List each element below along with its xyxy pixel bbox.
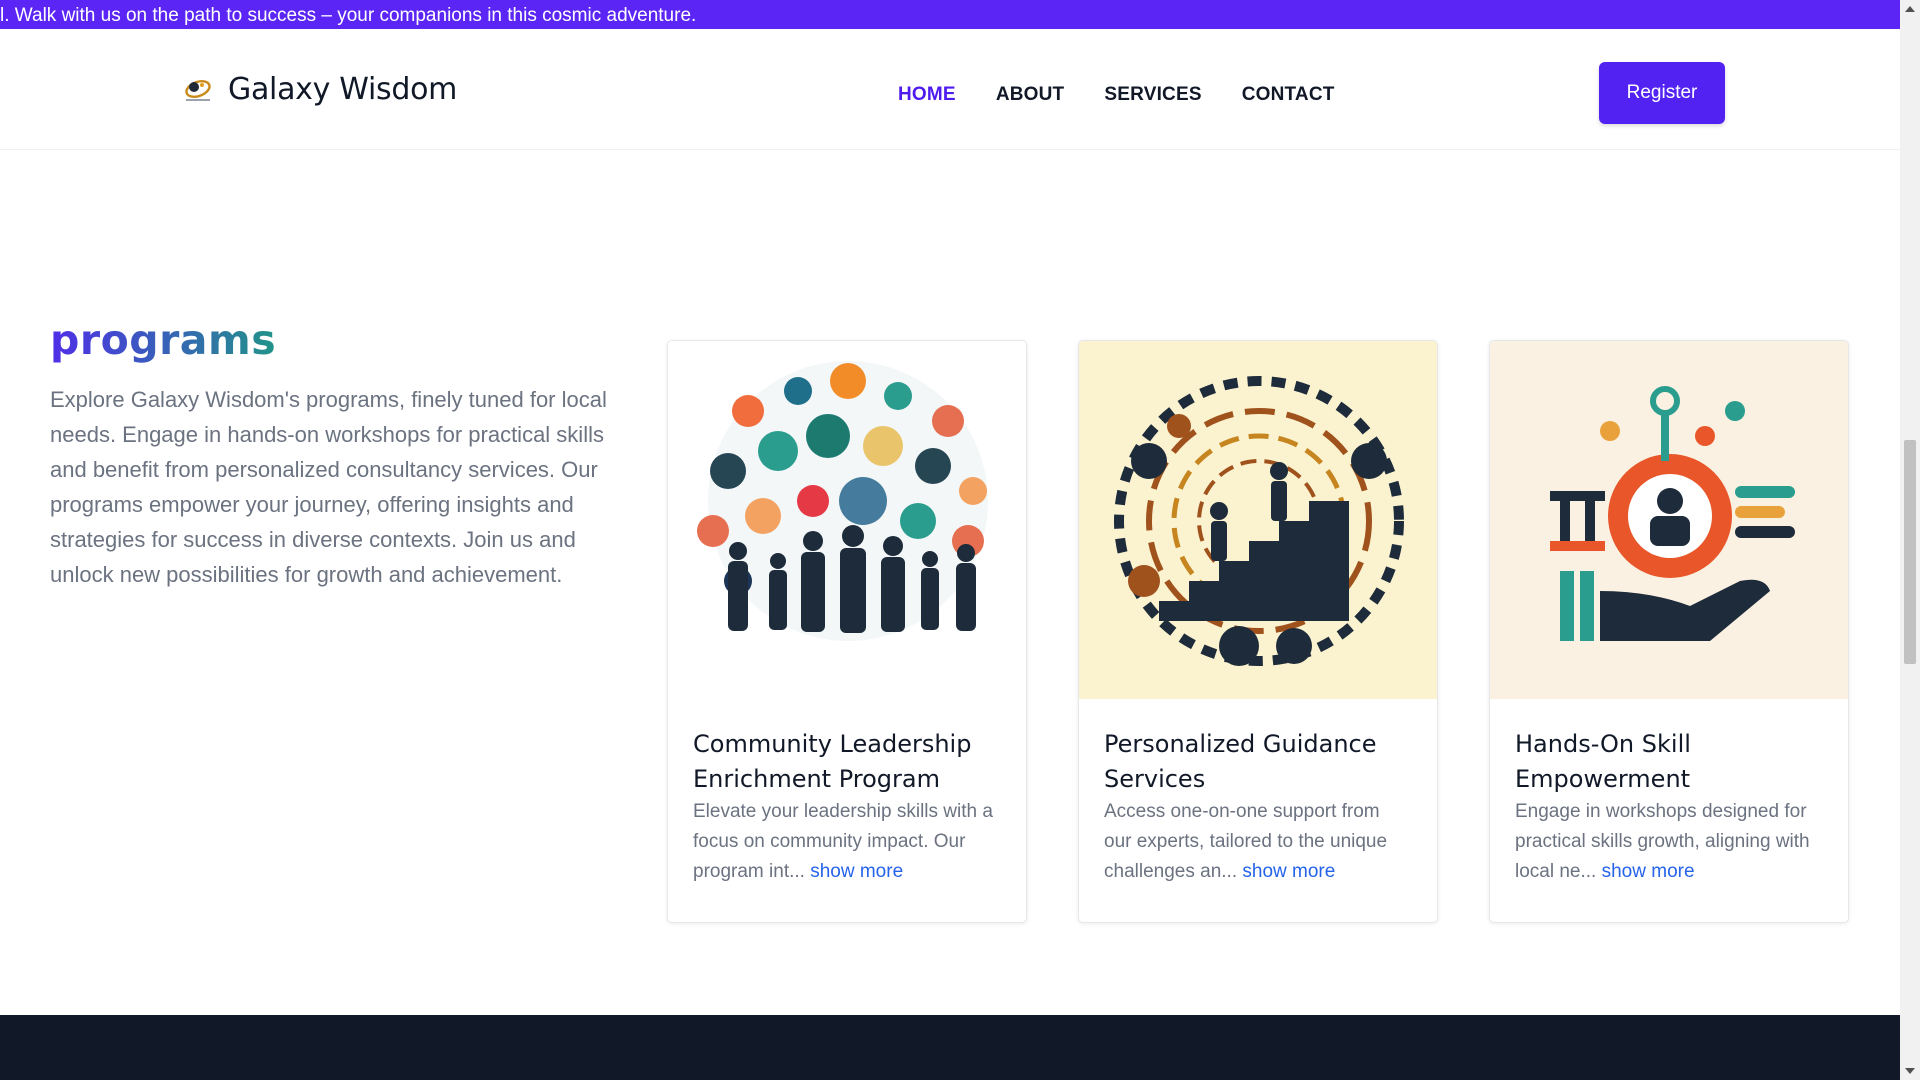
show-more-link[interactable]: show more [1602, 861, 1695, 882]
programs-intro: programs Explore Galaxy Wisdom's program… [50, 316, 630, 592]
program-card[interactable]: Personalized Guidance Services Access on… [1078, 340, 1438, 923]
community-illustration [668, 341, 1026, 699]
card-title: Personalized Guidance Services [1104, 730, 1377, 793]
announcement-text: l. Walk with us on the path to success –… [0, 5, 697, 26]
card-description: Elevate your leadership skills with a fo… [693, 797, 1001, 887]
programs-description: Explore Galaxy Wisdom's programs, finely… [50, 387, 607, 587]
nav-home-link[interactable]: HOME [898, 84, 956, 106]
show-more-link[interactable]: show more [1242, 861, 1335, 882]
program-card[interactable]: Community Leadership Enrichment Program … [667, 340, 1027, 923]
footer [0, 1015, 1900, 1080]
brand[interactable]: Galaxy Wisdom [180, 72, 457, 107]
nav-contact-link[interactable]: CONTACT [1242, 84, 1335, 106]
main-menu: HOME ABOUT SERVICES CONTACT [898, 84, 1335, 106]
card-description: Engage in workshops designed for practic… [1515, 797, 1823, 887]
register-button[interactable]: Register [1599, 62, 1725, 124]
nav-services-link[interactable]: SERVICES [1104, 84, 1201, 106]
brand-name: Galaxy Wisdom [228, 72, 458, 107]
skill-illustration [1490, 341, 1848, 699]
show-more-link[interactable]: show more [810, 861, 903, 882]
nav-about-link[interactable]: ABOUT [996, 84, 1065, 106]
card-description: Access one-on-one support from our exper… [1104, 797, 1412, 887]
card-title: Hands-On Skill Empowerment [1515, 730, 1691, 793]
announcement-banner: l. Walk with us on the path to success –… [0, 0, 1900, 29]
scroll-thumb[interactable] [1904, 440, 1916, 664]
guidance-illustration [1079, 341, 1437, 699]
galaxy-logo-icon [180, 75, 216, 105]
card-title: Community Leadership Enrichment Program [693, 730, 972, 793]
section-title: programs [50, 316, 630, 364]
program-card[interactable]: Hands-On Skill Empowerment Engage in wor… [1489, 340, 1849, 923]
page-scrollbar[interactable] [1900, 0, 1920, 1080]
scroll-up-icon[interactable] [1905, 6, 1915, 12]
navbar: Galaxy Wisdom HOME ABOUT SERVICES CONTAC… [0, 29, 1900, 150]
scroll-down-icon[interactable] [1905, 1068, 1915, 1074]
